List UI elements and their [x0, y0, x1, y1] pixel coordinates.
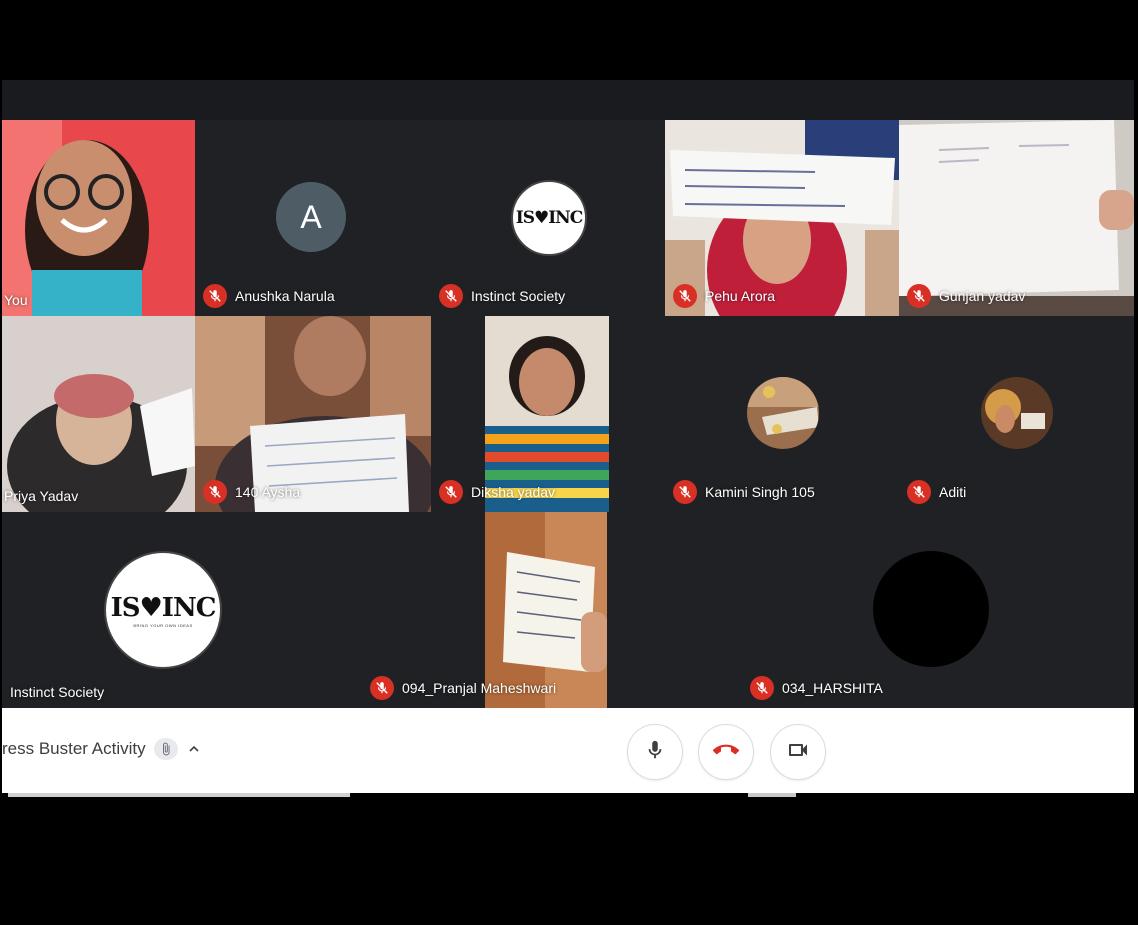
participant-tile-aysha[interactable]: 140 Aysha — [195, 316, 431, 512]
participant-name: Instinct Society — [439, 284, 565, 308]
participant-tile-harshita[interactable]: 034_HARSHITA — [742, 512, 1134, 708]
hangup-icon — [712, 737, 740, 768]
participant-name: 094_Pranjal Maheshwari — [370, 676, 556, 700]
participant-tile-diksha[interactable]: Diksha yadav — [431, 316, 665, 512]
grid-top-bar — [2, 80, 1134, 120]
mic-off-icon — [907, 284, 931, 308]
participant-tile-instinct-society[interactable]: IS♥INC Instinct Society — [431, 120, 665, 316]
mic-off-icon — [370, 676, 394, 700]
mic-off-icon — [750, 676, 774, 700]
chevron-up-icon[interactable] — [186, 741, 202, 757]
participant-tile-kamini[interactable]: Kamini Singh 105 — [665, 316, 899, 512]
meeting-title: ress Buster Activity — [2, 739, 146, 758]
meeting-controls-bar: ress Buster Activity — [2, 708, 1134, 793]
paperclip-icon[interactable] — [153, 738, 178, 760]
camera-button[interactable] — [770, 724, 826, 780]
participant-name: Kamini Singh 105 — [673, 480, 815, 504]
horizontal-scrollbar[interactable] — [8, 793, 350, 797]
participant-tile-instinct-society-2[interactable]: IS♥INC BRING YOUR OWN IDEAS Instinct Soc… — [2, 512, 362, 708]
avatar — [981, 377, 1053, 449]
mic-off-icon — [203, 284, 227, 308]
participant-tile-aditi[interactable]: Aditi — [899, 316, 1134, 512]
participant-name: Anushka Narula — [203, 284, 335, 308]
participant-name: Pehu Arora — [673, 284, 775, 308]
camera-icon — [786, 738, 810, 767]
participant-name: Instinct Society — [10, 684, 105, 700]
participant-name: Gunjan yadav — [907, 284, 1025, 308]
mic-off-icon — [203, 480, 227, 504]
avatar — [747, 377, 819, 449]
participant-name: Diksha yadav — [439, 480, 555, 504]
mic-off-icon — [439, 284, 463, 308]
participant-name: 140 Aysha — [203, 480, 300, 504]
meet-screenshot: You A Anushka Narula IS♥INC Instinct Soc… — [0, 0, 1138, 925]
participant-tile-anushka[interactable]: A Anushka Narula — [195, 120, 431, 316]
participant-tile-pehu[interactable]: Pehu Arora — [665, 120, 899, 316]
mic-icon — [644, 739, 666, 766]
mic-off-icon — [673, 480, 697, 504]
mic-off-icon — [907, 480, 931, 504]
video-feed — [2, 120, 195, 316]
society-logo: IS♥INC BRING YOUR OWN IDEAS — [104, 551, 222, 669]
mic-off-icon — [439, 480, 463, 504]
scroll-indicator — [748, 793, 796, 797]
avatar: A — [276, 182, 346, 252]
participant-name: Priya Yadav — [4, 488, 79, 504]
leave-call-button[interactable] — [698, 724, 754, 780]
mic-off-icon — [673, 284, 697, 308]
meeting-details[interactable]: ress Buster Activity — [2, 738, 202, 760]
participant-name: Aditi — [907, 480, 966, 504]
participant-name: You — [4, 292, 28, 308]
society-logo: IS♥INC — [511, 180, 587, 256]
participant-tile-you[interactable]: You — [2, 120, 195, 316]
video-grid: You A Anushka Narula IS♥INC Instinct Soc… — [2, 80, 1134, 708]
participant-tile-pranjal[interactable]: 094_Pranjal Maheshwari — [362, 512, 742, 708]
mic-button[interactable] — [627, 724, 683, 780]
participant-tile-gunjan[interactable]: Gunjan yadav — [899, 120, 1134, 316]
video-feed — [2, 316, 195, 512]
participant-name: 034_HARSHITA — [750, 676, 883, 700]
avatar — [873, 551, 989, 667]
participant-tile-priya[interactable]: Priya Yadav — [2, 316, 195, 512]
